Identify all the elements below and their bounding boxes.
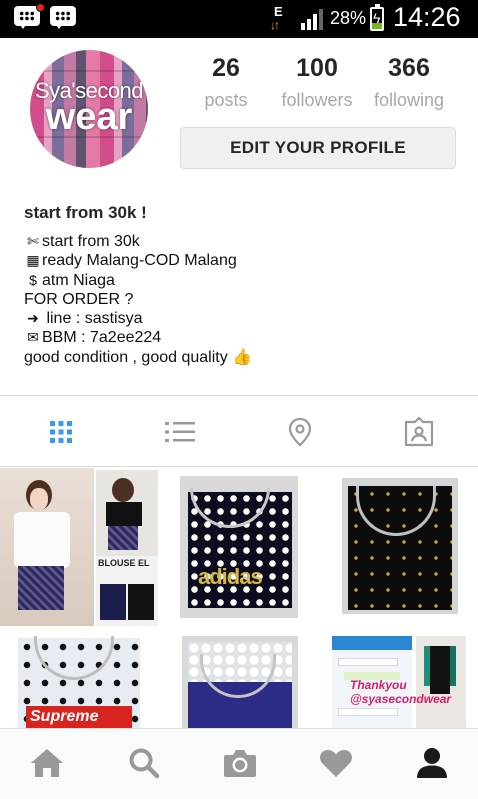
profile-tab[interactable] bbox=[412, 743, 452, 783]
search-icon bbox=[129, 748, 160, 779]
followers-label: followers bbox=[281, 90, 353, 110]
activity-tab[interactable] bbox=[316, 743, 356, 783]
money-bag-emoji-icon: $ bbox=[29, 271, 37, 288]
signal-icon bbox=[300, 8, 326, 30]
bio-line-text: FOR ORDER ? bbox=[24, 290, 134, 308]
location-tab[interactable] bbox=[280, 412, 320, 452]
post-caption: Thankyou @syasecondwear bbox=[350, 678, 452, 706]
divider bbox=[0, 466, 478, 467]
bio-line-text: line : sastisya bbox=[42, 310, 143, 328]
posts-label: posts bbox=[204, 90, 248, 110]
bbm-icon bbox=[50, 6, 76, 30]
tagged-photos-tab[interactable] bbox=[399, 412, 439, 452]
home-tab[interactable] bbox=[27, 743, 67, 783]
grid-post[interactable] bbox=[320, 468, 478, 626]
scissors-emoji-icon: ✄ bbox=[27, 233, 39, 249]
avatar-text-line2: wear bbox=[45, 96, 133, 138]
posts-count: 26 bbox=[212, 54, 240, 82]
grid-view-tab[interactable] bbox=[41, 412, 81, 452]
building-emoji-icon: ▦ bbox=[26, 252, 40, 269]
battery-charging-icon: ϟ bbox=[370, 4, 384, 31]
bio-line: ➜ line : sastisya bbox=[24, 309, 464, 328]
following-count: 366 bbox=[388, 54, 430, 82]
edit-profile-button[interactable]: EDIT YOUR PROFILE bbox=[180, 127, 456, 169]
bbm-notification-icon bbox=[14, 3, 45, 30]
battery-percent: 28% bbox=[330, 8, 367, 28]
bio-line: good condition , good quality 👍 bbox=[24, 348, 464, 367]
followers-count: 100 bbox=[296, 54, 338, 82]
following-stat[interactable]: 366 following bbox=[362, 52, 456, 111]
bio-line-text: ready Malang-COD Malang bbox=[42, 252, 237, 270]
grid-view-icon bbox=[50, 421, 72, 443]
post-caption: Supreme bbox=[30, 708, 99, 725]
post-caption: adidas bbox=[198, 564, 263, 589]
profile-bio: start from 30k ! ✄ start from 30k ▦ ready … bbox=[24, 203, 464, 367]
list-view-icon bbox=[165, 422, 195, 442]
followers-stat[interactable]: 100 followers bbox=[270, 52, 364, 111]
envelope-emoji-icon: ✉ bbox=[27, 329, 39, 346]
following-label: following bbox=[373, 90, 445, 110]
home-icon bbox=[31, 749, 63, 777]
profile-icon bbox=[417, 748, 447, 778]
bottom-navigation bbox=[0, 728, 478, 799]
heart-icon bbox=[320, 749, 352, 777]
search-tab[interactable] bbox=[124, 743, 164, 783]
bio-line-text: atm Niaga bbox=[42, 271, 115, 289]
phone-emoji-icon: ➜ bbox=[27, 310, 39, 327]
bio-line-text: good condition , good quality 👍 bbox=[24, 348, 253, 366]
location-pin-icon bbox=[288, 417, 312, 447]
tagged-photos-icon bbox=[404, 417, 434, 447]
network-type: E bbox=[274, 4, 283, 19]
grid-post[interactable]: BLOUSE EL bbox=[0, 468, 158, 626]
divider bbox=[0, 395, 478, 396]
bio-line-text: BBM : 7a2ee224 bbox=[42, 329, 162, 347]
bio-line: $ atm Niaga bbox=[24, 271, 464, 290]
profile-avatar[interactable]: Sya'second wear bbox=[30, 50, 148, 168]
status-clock: 14:26 bbox=[393, 2, 461, 32]
grid-post[interactable]: adidas bbox=[160, 468, 318, 626]
posts-stat[interactable]: 26 posts bbox=[179, 52, 273, 111]
camera-icon bbox=[224, 750, 256, 777]
bio-line: ✄ start from 30k bbox=[24, 232, 464, 251]
profile-name: start from 30k ! bbox=[24, 203, 147, 222]
list-view-tab[interactable] bbox=[160, 412, 200, 452]
bio-line: ▦ ready Malang-COD Malang bbox=[24, 251, 464, 270]
bio-line: FOR ORDER ? bbox=[24, 290, 464, 309]
status-bar: E ↓↑ 28% ϟ 14:26 bbox=[0, 0, 478, 38]
bio-line: ✉ BBM : 7a2ee224 bbox=[24, 328, 464, 347]
camera-tab[interactable] bbox=[220, 743, 260, 783]
data-transfer-icon: ↓↑ bbox=[270, 18, 280, 32]
bio-line-text: start from 30k bbox=[42, 233, 140, 250]
post-caption: BLOUSE EL bbox=[98, 558, 150, 568]
